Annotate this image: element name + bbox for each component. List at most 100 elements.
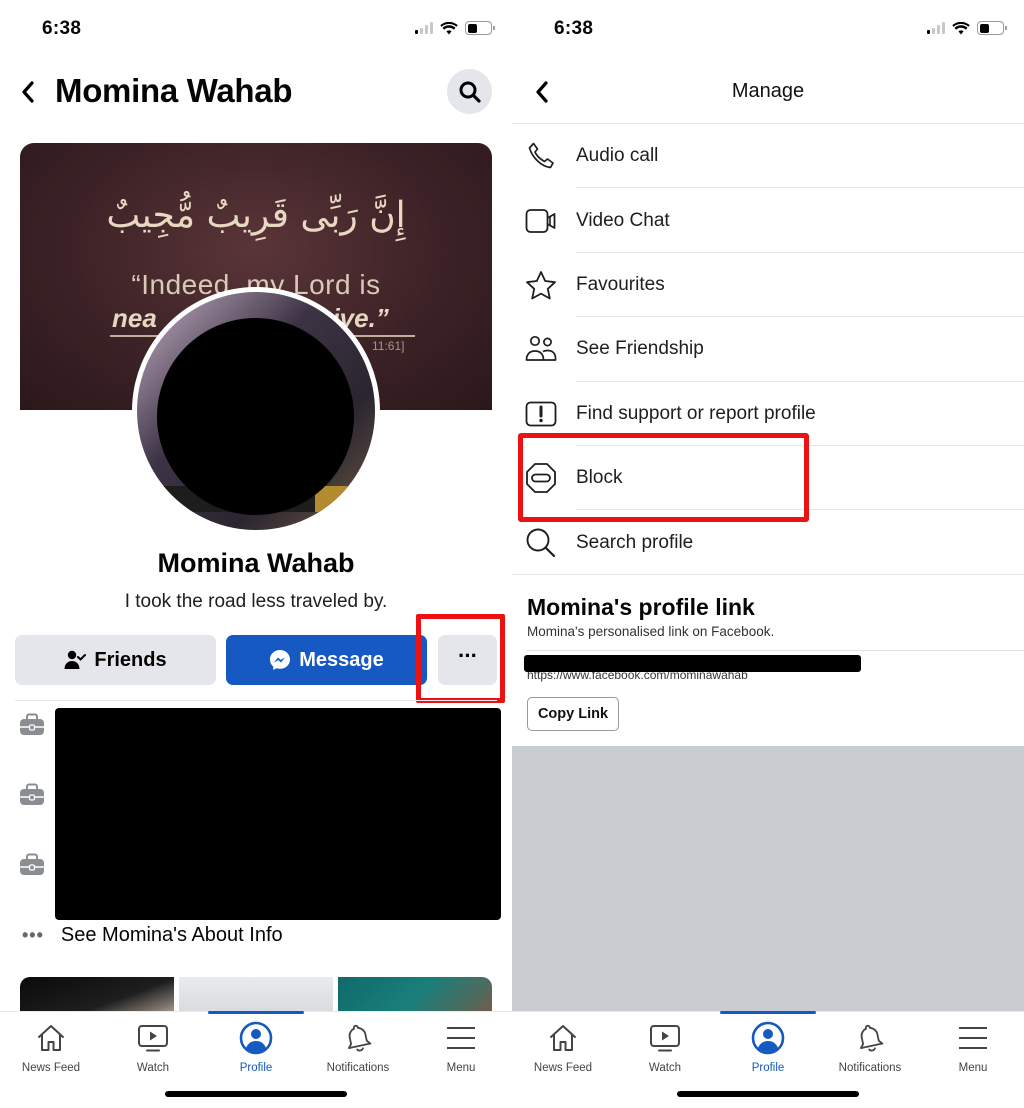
search-icon <box>526 528 556 557</box>
bell-icon <box>860 1024 884 1052</box>
active-tab-indicator <box>720 1011 816 1014</box>
messenger-icon <box>270 650 291 670</box>
profile-link-subtitle: Momina's personalised link on Facebook. <box>527 624 775 639</box>
divider <box>15 700 497 701</box>
menu-item-label: Favourites <box>576 273 665 295</box>
status-time: 6:38 <box>554 18 594 39</box>
menu-item-search-profile[interactable]: Search profile <box>512 510 1024 575</box>
profile-link-section: Momina's profile link Momina's personali… <box>512 575 1024 746</box>
briefcase-icon <box>20 853 44 875</box>
tab-news-feed[interactable]: News Feed <box>0 1020 102 1074</box>
status-icons <box>415 21 495 35</box>
tab-notifications[interactable]: Notifications <box>307 1020 409 1074</box>
profile-screen: 6:38 Momina Wahab إِنَّ رَبِّى قَرِيبٌ م… <box>0 0 512 1108</box>
tab-news-feed[interactable]: News Feed <box>512 1020 614 1074</box>
menu-icon <box>959 1027 987 1049</box>
tab-label: Notifications <box>838 1062 902 1074</box>
home-icon <box>550 1025 576 1051</box>
tab-menu[interactable]: Menu <box>410 1020 512 1074</box>
tab-label: Menu <box>446 1062 476 1074</box>
wifi-icon <box>440 21 458 34</box>
battery-icon <box>465 21 495 35</box>
search-icon <box>459 81 481 103</box>
manage-menu: Audio call Video Chat Favourites See Fri… <box>512 124 1024 575</box>
tab-label: Profile <box>239 1062 273 1074</box>
home-icon <box>38 1025 64 1051</box>
wifi-icon <box>952 21 970 34</box>
phone-icon <box>528 142 554 169</box>
redacted-about-info <box>55 708 501 920</box>
tab-watch[interactable]: Watch <box>102 1020 204 1074</box>
tab-label: News Feed <box>21 1062 81 1074</box>
tab-label: Menu <box>958 1062 988 1074</box>
status-bar: 6:38 <box>512 0 1024 60</box>
page-title: Manage <box>731 80 805 102</box>
menu-item-label: Video Chat <box>576 209 670 231</box>
tab-profile[interactable]: Profile <box>205 1020 307 1074</box>
menu-item-label: See Friendship <box>576 338 704 360</box>
battery-icon <box>977 21 1007 35</box>
tab-label: Profile <box>751 1062 785 1074</box>
profile-actions: Friends Message ··· <box>15 635 497 685</box>
see-about-info-link[interactable]: ••• See Momina's About Info <box>22 924 283 947</box>
briefcase-icon <box>20 713 44 735</box>
tab-label: Watch <box>136 1062 170 1074</box>
copy-link-button[interactable]: Copy Link <box>527 697 619 731</box>
friends-button-label: Friends <box>94 648 167 671</box>
redaction-mask <box>157 318 354 515</box>
menu-item-video-chat[interactable]: Video Chat <box>512 188 1024 253</box>
profile-icon <box>751 1021 785 1055</box>
menu-item-label: Block <box>576 467 623 489</box>
see-about-info-label: See Momina's About Info <box>60 924 283 946</box>
tab-menu[interactable]: Menu <box>922 1020 1024 1074</box>
empty-background <box>512 746 1024 1012</box>
back-button[interactable] <box>16 78 40 106</box>
home-indicator[interactable] <box>165 1091 347 1097</box>
more-dots-icon: ··· <box>458 643 478 668</box>
profile-icon <box>239 1021 273 1055</box>
tab-label: News Feed <box>533 1062 593 1074</box>
avatar <box>137 292 375 530</box>
cellular-signal-icon <box>415 22 433 34</box>
cellular-signal-icon <box>927 22 945 34</box>
profile-name: Momina Wahab <box>157 548 355 578</box>
cover-quote-fragment: nea <box>112 303 157 333</box>
menu-item-label: Search profile <box>576 531 694 553</box>
home-indicator[interactable] <box>677 1091 859 1097</box>
more-options-button[interactable]: ··· <box>438 635 497 685</box>
redaction-mask <box>524 655 861 672</box>
message-button[interactable]: Message <box>226 635 427 685</box>
search-button[interactable] <box>447 69 492 114</box>
report-icon <box>525 401 557 427</box>
manage-header: Manage <box>512 68 1024 124</box>
menu-item-label: Audio call <box>576 145 659 167</box>
message-button-label: Message <box>299 648 384 671</box>
menu-item-block[interactable]: Block <box>512 446 1024 511</box>
profile-header: Momina Wahab <box>0 68 512 116</box>
divider <box>527 650 1024 651</box>
tab-label: Notifications <box>326 1062 390 1074</box>
friend-check-icon <box>64 650 87 669</box>
active-tab-indicator <box>208 1011 304 1014</box>
profile-link-title: Momina's profile link <box>527 594 755 620</box>
bell-icon <box>348 1024 372 1052</box>
video-camera-icon <box>525 208 556 233</box>
profile-picture[interactable] <box>132 287 380 535</box>
tab-profile[interactable]: Profile <box>717 1020 819 1074</box>
star-icon <box>526 271 556 300</box>
friends-button[interactable]: Friends <box>15 635 216 685</box>
status-icons <box>927 21 1007 35</box>
page-title: Momina Wahab <box>55 72 293 109</box>
profile-bio: I took the road less traveled by. <box>124 591 388 612</box>
chevron-left-icon <box>22 81 34 103</box>
manage-screen: 6:38 Manage Audio call Video Chat Favour… <box>512 0 1024 1108</box>
tab-notifications[interactable]: Notifications <box>819 1020 921 1074</box>
ellipsis-icon: ••• <box>22 925 44 945</box>
tab-watch[interactable]: Watch <box>614 1020 716 1074</box>
menu-item-audio-call[interactable]: Audio call <box>512 124 1024 189</box>
menu-item-favourites[interactable]: Favourites <box>512 253 1024 318</box>
menu-item-report-profile[interactable]: Find support or report profile <box>512 382 1024 446</box>
avatar-photo-detail <box>315 486 375 512</box>
menu-item-see-friendship[interactable]: See Friendship <box>512 317 1024 382</box>
cover-reference: 11:61] <box>372 339 405 353</box>
